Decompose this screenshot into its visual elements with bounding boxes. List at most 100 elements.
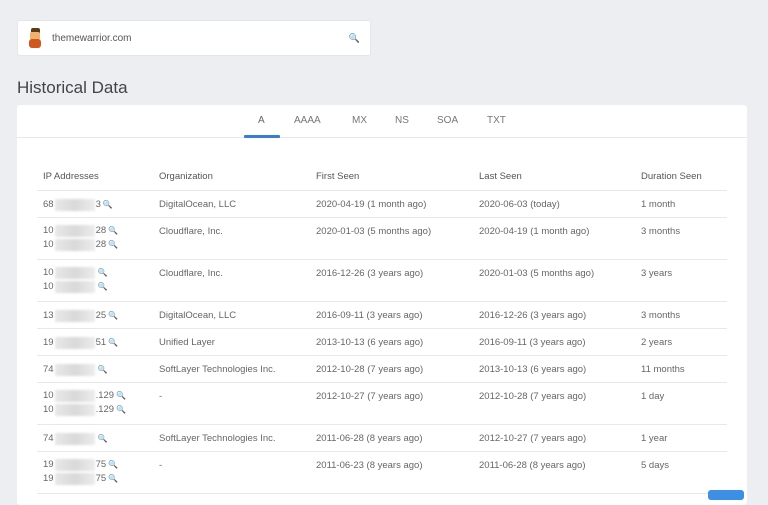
last-seen: 2016-09-11 (3 years ago) [479,328,641,356]
scroll-top-button[interactable] [708,490,744,500]
search-icon[interactable]: 🔍 [103,200,113,209]
search-icon[interactable]: 🔍 [349,33,360,44]
table-row: 10 .129 🔍 10 .129 🔍 - 2012-10-27 (7 years ago… [37,382,727,425]
domain-search-bar[interactable]: themewarrior.com 🔍 [17,20,371,56]
site-favicon [28,28,42,48]
search-icon[interactable]: 🔍 [98,282,108,291]
organization: - [159,451,316,494]
redacted-ip-part [54,198,95,211]
duration-seen: 3 years [641,259,727,302]
organization: Cloudflare, Inc. [159,259,316,302]
ip-address[interactable]: 74 🔍 [43,432,159,446]
duration-seen: 5 days [641,451,727,494]
duration-seen: 1 month [641,190,727,218]
ip-address[interactable]: 10 🔍 [43,266,159,280]
ip-address[interactable]: 74 🔍 [43,363,159,377]
table-row: 74 🔍 SoftLayer Technologies Inc. 2012-10-… [37,355,727,383]
ip-suffix: 28 [95,225,107,236]
ip-suffix: 51 [95,337,107,348]
ip-address[interactable]: 10 28 🔍 [43,238,159,252]
last-seen: 2020-04-19 (1 month ago) [479,217,641,260]
first-seen: 2013-10-13 (6 years ago) [316,328,479,356]
ip-prefix: 10 [43,267,54,278]
organization: Unified Layer [159,328,316,356]
tab-soa[interactable]: SOA [437,115,458,126]
ip-prefix: 74 [43,433,54,444]
first-seen: 2012-10-27 (7 years ago) [316,382,479,425]
redacted-ip-part [54,458,95,471]
table-header: IP Addresses Organization First Seen Las… [37,163,727,191]
ip-prefix: 19 [43,459,54,470]
ip-address[interactable]: 68 3 🔍 [43,198,159,212]
organization: SoftLayer Technologies Inc. [159,424,316,452]
duration-seen: 1 year [641,424,727,452]
table-row: 10 28 🔍 10 28 🔍 Cloudflare, Inc. 2020-01-03 (… [37,217,727,260]
search-icon[interactable]: 🔍 [98,268,108,277]
last-seen: 2013-10-13 (6 years ago) [479,355,641,383]
ip-suffix: 75 [95,473,107,484]
last-seen: 2016-12-26 (3 years ago) [479,301,641,329]
table-row: 13 25 🔍 DigitalOcean, LLC 2016-09-11 (3 ye… [37,301,727,329]
ip-prefix: 74 [43,364,54,375]
redacted-ip-part [54,389,95,402]
table-row: 19 51 🔍 Unified Layer 2013-10-13 (6 years … [37,328,727,356]
ip-address[interactable]: 19 51 🔍 [43,336,159,350]
search-icon[interactable]: 🔍 [108,311,118,320]
search-icon[interactable]: 🔍 [116,391,126,400]
redacted-ip-part [54,309,95,322]
organization: - [159,382,316,425]
ip-prefix: 10 [43,390,54,401]
search-icon[interactable]: 🔍 [108,338,118,347]
ip-prefix: 10 [43,239,54,250]
search-icon[interactable]: 🔍 [98,434,108,443]
historical-data-card: A AAAA MX NS SOA TXT IP Addresses Organi… [17,105,747,505]
search-icon[interactable]: 🔍 [108,474,118,483]
tab-a[interactable]: A [258,115,265,126]
organization: DigitalOcean, LLC [159,190,316,218]
col-last-seen: Last Seen [479,163,641,191]
ip-prefix: 19 [43,337,54,348]
search-icon[interactable]: 🔍 [108,226,118,235]
search-icon[interactable]: 🔍 [108,460,118,469]
ip-address[interactable]: 10 .129 🔍 [43,389,159,403]
tab-mx[interactable]: MX [352,115,367,126]
record-type-tabs: A AAAA MX NS SOA TXT [17,105,747,138]
ip-suffix: 75 [95,459,107,470]
ip-prefix: 68 [43,199,54,210]
ip-address[interactable]: 19 75 🔍 [43,458,159,472]
tab-ns[interactable]: NS [395,115,409,126]
ip-address[interactable]: 10 .129 🔍 [43,403,159,417]
active-tab-indicator [244,135,280,138]
ip-prefix: 10 [43,225,54,236]
first-seen: 2012-10-28 (7 years ago) [316,355,479,383]
search-icon[interactable]: 🔍 [116,405,126,414]
ip-address[interactable]: 10 🔍 [43,280,159,294]
redacted-ip-part [54,224,95,237]
duration-seen: 2 years [641,328,727,356]
ip-prefix: 10 [43,404,54,415]
redacted-ip-part [54,363,95,376]
last-seen: 2012-10-27 (7 years ago) [479,424,641,452]
first-seen: 2016-09-11 (3 years ago) [316,301,479,329]
redacted-ip-part [54,432,95,445]
ip-prefix: 13 [43,310,54,321]
search-icon[interactable]: 🔍 [98,365,108,374]
duration-seen: 1 day [641,382,727,425]
col-first-seen: First Seen [316,163,479,191]
search-icon[interactable]: 🔍 [108,240,118,249]
tab-aaaa[interactable]: AAAA [294,115,321,126]
first-seen: 2020-01-03 (5 months ago) [316,217,479,260]
ip-prefix: 19 [43,473,54,484]
redacted-ip-part [54,472,95,485]
organization: SoftLayer Technologies Inc. [159,355,316,383]
first-seen: 2020-04-19 (1 month ago) [316,190,479,218]
last-seen: 2011-06-28 (8 years ago) [479,451,641,494]
ip-prefix: 10 [43,281,54,292]
search-input[interactable]: themewarrior.com [52,33,349,44]
tab-txt[interactable]: TXT [487,115,506,126]
ip-suffix: 25 [95,310,107,321]
last-seen: 2012-10-28 (7 years ago) [479,382,641,425]
ip-address[interactable]: 10 28 🔍 [43,224,159,238]
ip-address[interactable]: 13 25 🔍 [43,309,159,323]
ip-address[interactable]: 19 75 🔍 [43,472,159,486]
